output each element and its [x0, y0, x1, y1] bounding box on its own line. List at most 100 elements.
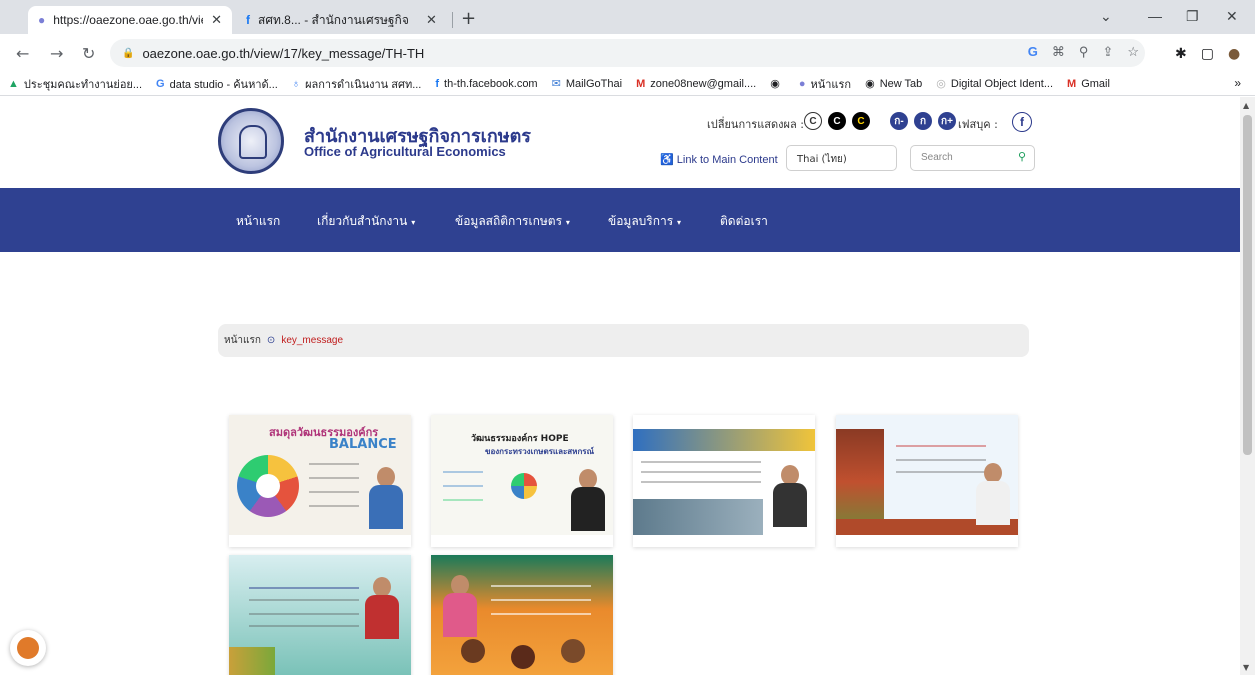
card-image: วัฒนธรรมองค์กร HOPE ของกระทรวงเกษตรและสห… — [431, 415, 613, 535]
text-line — [896, 459, 986, 461]
font-decrease-button[interactable]: ก- — [890, 112, 908, 130]
key-message-card[interactable] — [431, 555, 613, 675]
nav-item-contact[interactable]: ติดต่อเรา — [720, 212, 768, 231]
bookmark-item[interactable]: ◉ — [770, 77, 785, 90]
star-icon[interactable]: ☆ — [1127, 44, 1139, 60]
extensions-icon[interactable]: ✱ — [1175, 46, 1187, 62]
browser-tab-strip: ● https://oaezone.oae.go.th/view/1 ✕ f ส… — [0, 0, 1255, 34]
reload-icon[interactable]: ↻ — [82, 44, 95, 63]
key-message-card[interactable] — [229, 555, 411, 675]
card-image — [229, 555, 411, 675]
text-line — [249, 599, 359, 601]
main-content-link[interactable]: ♿ Link to Main Content — [660, 153, 778, 166]
google-icon[interactable]: G — [1028, 44, 1038, 60]
nav-item-services[interactable]: ข้อมูลบริการ ▾ — [608, 212, 681, 231]
new-tab-button[interactable]: + — [461, 8, 476, 29]
font-normal-button[interactable]: ก — [914, 112, 932, 130]
bookmark-item[interactable]: ● หน้าแรก — [799, 75, 851, 93]
chevron-right-icon[interactable]: » — [1234, 76, 1241, 90]
restore-icon[interactable]: ❐ — [1186, 8, 1199, 25]
text-line — [641, 481, 761, 483]
key-message-card[interactable]: สมดุลวัฒนธรรมองค์กร BALANCE — [229, 415, 411, 547]
back-icon[interactable]: ← — [16, 44, 29, 63]
key-message-card[interactable] — [633, 415, 815, 547]
forward-icon[interactable]: → — [50, 44, 63, 63]
nav-item-about[interactable]: เกี่ยวกับสำนักงาน ▾ — [317, 212, 415, 231]
google-icon: G — [156, 77, 165, 90]
card-banner — [633, 429, 815, 451]
lock-icon: 🔒 — [122, 47, 135, 59]
share-icon[interactable]: ⇪ — [1102, 44, 1113, 60]
breadcrumb-home[interactable]: หน้าแรก — [224, 333, 261, 348]
sidebar-icon[interactable]: ▢ — [1201, 46, 1214, 62]
text-line — [896, 471, 986, 473]
minimize-icon[interactable]: — — [1148, 8, 1162, 24]
bookmark-item[interactable]: ◎ Digital Object Ident... — [936, 77, 1053, 91]
address-bar[interactable]: 🔒 oaezone.oae.go.th/view/17/key_message/… — [110, 39, 1145, 67]
page-scrollbar[interactable]: ▲ ▼ — [1240, 97, 1255, 675]
browser-tab[interactable]: f สศท.8... - สำนักงานเศรษฐกิจ ✕ — [236, 6, 452, 34]
close-window-icon[interactable]: ✕ — [1226, 8, 1238, 25]
tab-title: https://oaezone.oae.go.th/view/1 — [53, 13, 203, 27]
caret-down-icon: ▾ — [565, 218, 570, 227]
card-image — [431, 555, 613, 675]
bookmark-item[interactable]: ◉ New Tab — [865, 77, 922, 91]
bookmark-item[interactable]: Mzone08new@gmail.... — [636, 78, 756, 90]
globe-icon: ◉ — [770, 78, 780, 90]
card-image: สมดุลวัฒนธรรมองค์กร BALANCE — [229, 415, 411, 535]
drive-icon: ▲ — [8, 77, 19, 90]
contrast-yellow-button[interactable]: C — [852, 112, 870, 130]
text-line — [641, 471, 761, 473]
profile-avatar[interactable]: ● — [1228, 46, 1240, 62]
balance-wheel-center — [256, 474, 280, 498]
text-line — [443, 471, 483, 473]
produce-photo — [229, 647, 275, 675]
scroll-down-icon[interactable]: ▼ — [1243, 663, 1249, 672]
text-line — [249, 613, 359, 615]
nav-item-statistics[interactable]: ข้อมูลสถิติการเกษตร ▾ — [455, 212, 570, 231]
person-photo — [369, 467, 403, 529]
bookmark-item[interactable]: ✉ MailGoThai — [551, 77, 622, 91]
card-caption-secondary: BALANCE — [329, 437, 397, 452]
bookmark-item[interactable]: Gdata studio - ค้นหาด้... — [156, 75, 278, 93]
text-line — [443, 485, 483, 487]
display-mode-label: เปลี่ยนการแสดงผล : — [707, 118, 804, 131]
translate-icon[interactable]: ⌘ — [1052, 44, 1065, 60]
font-increase-button[interactable]: ก+ — [938, 112, 956, 130]
text-line — [249, 625, 359, 627]
contrast-dark-button[interactable]: C — [828, 112, 846, 130]
person-photo — [773, 465, 807, 527]
accessibility-widget-button[interactable] — [10, 630, 46, 666]
tab-search-icon[interactable]: ⌄ — [1100, 8, 1112, 25]
browser-tab-active[interactable]: ● https://oaezone.oae.go.th/view/1 ✕ — [28, 6, 232, 34]
main-navbar: หน้าแรก เกี่ยวกับสำนักงาน ▾ ข้อมูลสถิติก… — [0, 188, 1240, 252]
bookmark-item[interactable]: ▲ ประชุมคณะทำงานย่อย... — [8, 75, 142, 93]
bookmark-item[interactable]: f th-th.facebook.com — [435, 78, 537, 90]
globe-icon: ◉ — [865, 78, 875, 90]
bookmark-item[interactable]: ♁ ผลการดำเนินงาน สศท... — [292, 75, 422, 93]
org-logo[interactable] — [218, 108, 284, 174]
scrollbar-thumb[interactable] — [1243, 115, 1252, 455]
zoom-icon[interactable]: ⚲ — [1079, 44, 1089, 60]
text-line — [309, 463, 359, 465]
text-line — [309, 491, 359, 493]
nav-item-home[interactable]: หน้าแรก — [236, 212, 280, 231]
browser-toolbar: ← → ↻ 🔒 oaezone.oae.go.th/view/17/key_me… — [0, 34, 1255, 72]
breadcrumb: หน้าแรก ⊙ key_message — [218, 324, 1029, 357]
key-message-card[interactable]: วัฒนธรรมองค์กร HOPE ของกระทรวงเกษตรและสห… — [431, 415, 613, 547]
search-input[interactable]: Search ⚲ — [910, 145, 1035, 171]
facebook-label: เฟสบุค : — [958, 118, 998, 131]
contrast-normal-button[interactable]: C — [804, 112, 822, 130]
text-line — [896, 445, 986, 447]
language-select[interactable]: Thai (ไทย) — [786, 145, 897, 171]
bookmark-item[interactable]: M Gmail — [1067, 78, 1110, 90]
person-photo — [976, 463, 1010, 525]
close-icon[interactable]: ✕ — [211, 12, 222, 28]
scroll-up-icon[interactable]: ▲ — [1243, 101, 1249, 110]
text-line — [249, 587, 359, 589]
mail-icon: ✉ — [551, 78, 561, 90]
search-icon[interactable]: ⚲ — [1018, 150, 1026, 163]
close-icon[interactable]: ✕ — [426, 12, 437, 28]
facebook-icon[interactable]: f — [1012, 112, 1032, 132]
key-message-card[interactable] — [836, 415, 1018, 547]
